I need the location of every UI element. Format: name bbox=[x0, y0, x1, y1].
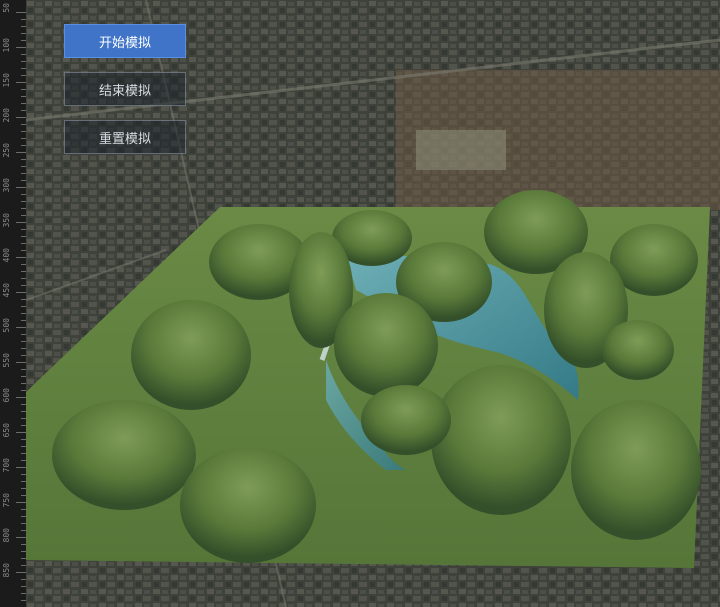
ruler-minor-tick bbox=[0, 488, 26, 489]
ruler-label: 200 bbox=[2, 108, 11, 123]
ruler-minor-tick bbox=[0, 516, 26, 517]
map-3d-scene[interactable]: 开始模拟 结束模拟 重置模拟 bbox=[26, 0, 720, 607]
ruler-label: 850 bbox=[2, 563, 11, 578]
ruler-minor-tick bbox=[0, 376, 26, 377]
ruler-minor-tick bbox=[0, 453, 26, 454]
ruler-label: 800 bbox=[2, 528, 11, 543]
ruler-minor-tick bbox=[0, 418, 26, 419]
ruler-minor-tick bbox=[0, 236, 26, 237]
ruler-minor-tick bbox=[0, 474, 26, 475]
ruler-minor-tick bbox=[0, 481, 26, 482]
ruler-label: 500 bbox=[2, 318, 11, 333]
ruler-minor-tick bbox=[0, 19, 26, 20]
ruler-minor-tick bbox=[0, 173, 26, 174]
ruler-minor-tick bbox=[0, 208, 26, 209]
ruler-tick: 750 bbox=[0, 493, 26, 507]
end-simulation-button[interactable]: 结束模拟 bbox=[64, 72, 186, 106]
ruler-minor-tick bbox=[0, 166, 26, 167]
simulation-controls: 开始模拟 结束模拟 重置模拟 bbox=[64, 24, 186, 154]
ruler-minor-tick bbox=[0, 243, 26, 244]
ruler-label: 400 bbox=[2, 248, 11, 263]
ruler-minor-tick bbox=[0, 411, 26, 412]
ruler-tick: 50 bbox=[0, 3, 26, 13]
ruler-tick: 250 bbox=[0, 143, 26, 157]
ruler-minor-tick bbox=[0, 593, 26, 594]
ruler-tick: 400 bbox=[0, 248, 26, 262]
ruler-label: 350 bbox=[2, 213, 11, 228]
ruler-minor-tick bbox=[0, 439, 26, 440]
ruler-tick: 600 bbox=[0, 388, 26, 402]
ruler-minor-tick bbox=[0, 89, 26, 90]
ruler-minor-tick bbox=[0, 131, 26, 132]
ruler-label: 600 bbox=[2, 388, 11, 403]
ruler-label: 50 bbox=[2, 3, 11, 13]
ruler-label: 450 bbox=[2, 283, 11, 298]
ruler-minor-tick bbox=[0, 278, 26, 279]
ruler-minor-tick bbox=[0, 103, 26, 104]
ruler-minor-tick bbox=[0, 201, 26, 202]
ruler-minor-tick bbox=[0, 348, 26, 349]
reset-simulation-button[interactable]: 重置模拟 bbox=[64, 120, 186, 154]
ruler-tick: 700 bbox=[0, 458, 26, 472]
ruler-minor-tick bbox=[0, 383, 26, 384]
ruler-minor-tick bbox=[0, 334, 26, 335]
ruler-tick: 500 bbox=[0, 318, 26, 332]
start-simulation-button[interactable]: 开始模拟 bbox=[64, 24, 186, 58]
ruler-minor-tick bbox=[0, 306, 26, 307]
ruler-tick: 650 bbox=[0, 423, 26, 437]
ruler-tick: 800 bbox=[0, 528, 26, 542]
ruler-tick: 200 bbox=[0, 108, 26, 122]
ruler-minor-tick bbox=[0, 523, 26, 524]
ruler-label: 700 bbox=[2, 458, 11, 473]
ruler-label: 150 bbox=[2, 73, 11, 88]
ruler-minor-tick bbox=[0, 558, 26, 559]
vertical-ruler: 50 100 150 200 250 300 350 400 450 500 550 600 650 70… bbox=[0, 0, 27, 607]
ruler-minor-tick bbox=[0, 61, 26, 62]
ruler-minor-tick bbox=[0, 124, 26, 125]
ruler-tick: 100 bbox=[0, 38, 26, 52]
ruler-minor-tick bbox=[0, 544, 26, 545]
ruler-minor-tick bbox=[0, 271, 26, 272]
ruler-minor-tick bbox=[0, 138, 26, 139]
ruler-tick: 150 bbox=[0, 73, 26, 87]
ruler-minor-tick bbox=[0, 369, 26, 370]
ruler-minor-tick bbox=[0, 96, 26, 97]
ruler-minor-tick bbox=[0, 299, 26, 300]
ruler-minor-tick bbox=[0, 33, 26, 34]
ruler-minor-tick bbox=[0, 264, 26, 265]
ruler-tick: 450 bbox=[0, 283, 26, 297]
ruler-tick: 850 bbox=[0, 563, 26, 577]
ruler-label: 750 bbox=[2, 493, 11, 508]
ruler-minor-tick bbox=[0, 313, 26, 314]
ruler-minor-tick bbox=[0, 341, 26, 342]
ruler-minor-tick bbox=[0, 551, 26, 552]
ruler-tick: 300 bbox=[0, 178, 26, 192]
ruler-tick: 550 bbox=[0, 353, 26, 367]
ruler-minor-tick bbox=[0, 229, 26, 230]
ruler-label: 650 bbox=[2, 423, 11, 438]
ruler-tick: 350 bbox=[0, 213, 26, 227]
ruler-label: 300 bbox=[2, 178, 11, 193]
ruler-minor-tick bbox=[0, 159, 26, 160]
ruler-label: 250 bbox=[2, 143, 11, 158]
ruler-minor-tick bbox=[0, 509, 26, 510]
ruler-minor-tick bbox=[0, 586, 26, 587]
ruler-label: 100 bbox=[2, 38, 11, 53]
ruler-minor-tick bbox=[0, 600, 26, 601]
ruler-minor-tick bbox=[0, 54, 26, 55]
ruler-label: 550 bbox=[2, 353, 11, 368]
ruler-minor-tick bbox=[0, 68, 26, 69]
ruler-minor-tick bbox=[0, 579, 26, 580]
ruler-minor-tick bbox=[0, 26, 26, 27]
ruler-minor-tick bbox=[0, 404, 26, 405]
ruler-minor-tick bbox=[0, 446, 26, 447]
ruler-minor-tick bbox=[0, 194, 26, 195]
